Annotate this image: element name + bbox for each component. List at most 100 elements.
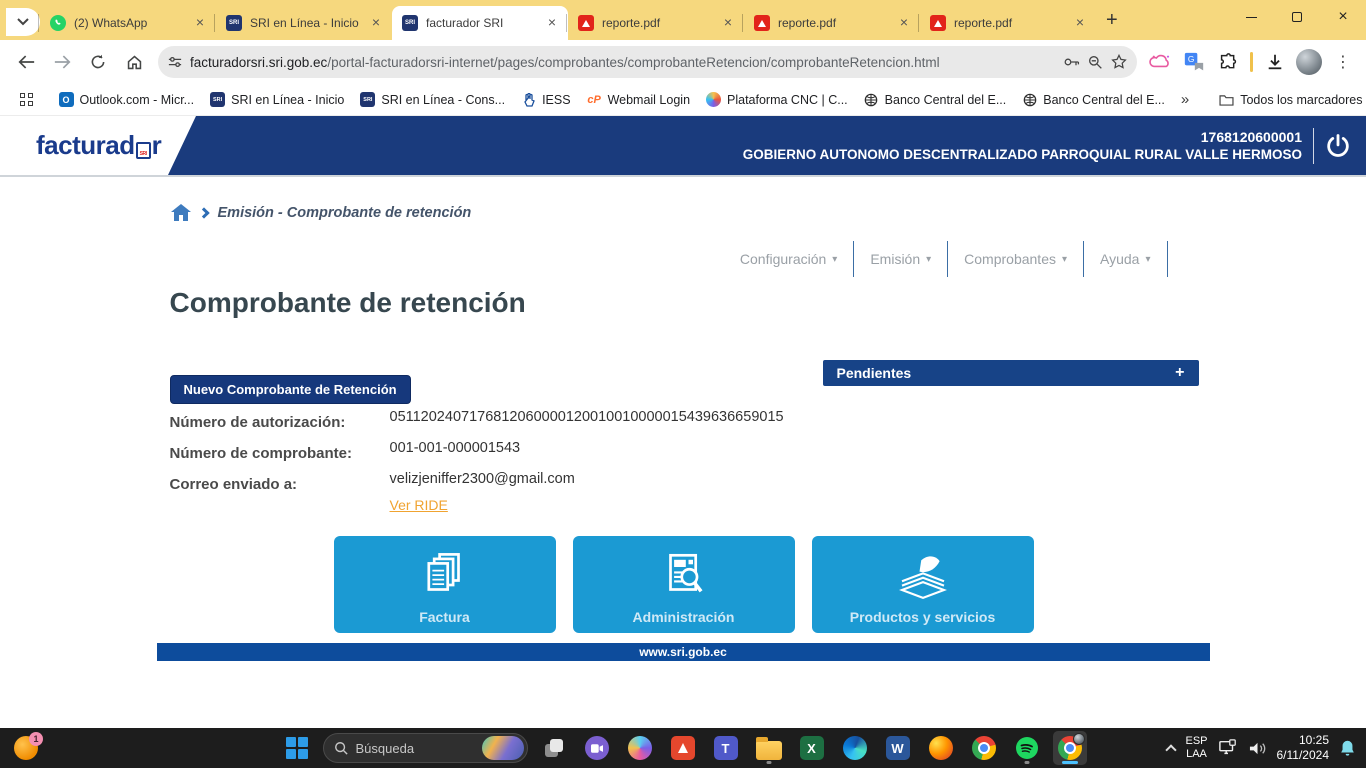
word-icon: W <box>886 736 910 760</box>
spotify-button[interactable] <box>1010 731 1044 765</box>
home-icon[interactable] <box>170 203 192 222</box>
excel-icon: X <box>800 736 824 760</box>
apps-shortcut[interactable] <box>14 90 39 109</box>
page-body: Emisión - Comprobante de retención Confi… <box>0 179 1366 728</box>
volume-icon[interactable] <box>1248 740 1267 757</box>
tab-reporte-pdf-3[interactable]: reporte.pdf × <box>920 6 1096 40</box>
window-minimize-button[interactable] <box>1228 0 1274 34</box>
password-key-icon[interactable] <box>1064 57 1080 67</box>
bookmark-label: Outlook.com - Micr... <box>80 93 195 107</box>
menu-emision[interactable]: Emisión ▾ <box>854 241 948 277</box>
bookmark-sri-inicio[interactable]: SRI SRI en Línea - Inicio <box>204 89 350 110</box>
excel-button[interactable]: X <box>795 731 829 765</box>
folder-icon <box>1219 92 1234 107</box>
window-maximize-button[interactable] <box>1274 0 1320 34</box>
download-icon <box>1266 53 1284 71</box>
new-tab-button[interactable]: + <box>1106 9 1118 32</box>
field-label: Número de comprobante: <box>170 438 390 462</box>
network-icon[interactable] <box>1218 739 1238 757</box>
bookmark-outlook[interactable]: O Outlook.com - Micr... <box>53 89 201 110</box>
reload-button[interactable] <box>82 46 114 78</box>
bookmark-cnc[interactable]: Plataforma CNC | C... <box>700 89 854 110</box>
new-retention-voucher-button[interactable]: Nuevo Comprobante de Retención <box>170 375 411 404</box>
main-menu: Configuración ▾ Emisión ▾ Comprobantes ▾… <box>724 241 1168 277</box>
firefox-icon <box>929 736 953 760</box>
logout-button[interactable] <box>1322 130 1354 162</box>
chat-app-button[interactable] <box>580 731 614 765</box>
sri-favicon: SRI <box>226 15 242 31</box>
bookmark-banco-central-2[interactable]: Banco Central del E... <box>1016 89 1171 110</box>
tile-productos-servicios[interactable]: Productos y servicios <box>812 536 1034 633</box>
bookmark-star-icon[interactable] <box>1111 54 1127 70</box>
url-text[interactable]: facturadorsri.sri.gob.ec/portal-facturad… <box>190 55 1056 70</box>
search-highlight-image[interactable] <box>482 736 524 760</box>
start-button[interactable] <box>280 731 314 765</box>
menu-configuracion[interactable]: Configuración ▾ <box>724 241 854 277</box>
bookmark-iess[interactable]: IESS <box>515 89 577 110</box>
bookmark-banco-central-1[interactable]: Banco Central del E... <box>858 89 1013 110</box>
pdf-app-button[interactable] <box>666 731 700 765</box>
firefox-button[interactable] <box>924 731 958 765</box>
tab-close-icon[interactable]: × <box>1072 15 1088 31</box>
tab-search-button[interactable] <box>6 8 40 36</box>
word-button[interactable]: W <box>881 731 915 765</box>
clock[interactable]: 10:25 6/11/2024 <box>1277 733 1330 763</box>
bookmark-sri-consultas[interactable]: SRI SRI en Línea - Cons... <box>354 89 511 110</box>
notification-app-icon[interactable]: 1 <box>14 736 38 760</box>
tab-close-icon[interactable]: × <box>544 15 560 31</box>
maximize-icon <box>1292 12 1302 22</box>
windows-taskbar: 1 Búsqueda T X W <box>0 728 1366 768</box>
tray-chevron-icon[interactable] <box>1166 744 1177 755</box>
tab-facturador-sri-active[interactable]: SRI facturador SRI × <box>392 6 568 40</box>
back-button[interactable] <box>10 46 42 78</box>
menu-comprobantes[interactable]: Comprobantes ▾ <box>948 241 1084 277</box>
tab-whatsapp[interactable]: (2) WhatsApp × <box>40 6 216 40</box>
expand-plus-icon[interactable]: + <box>1175 364 1184 382</box>
avatar <box>1296 49 1322 75</box>
facturador-logo[interactable]: facturadSRIr <box>36 130 161 161</box>
extensions-puzzle-icon[interactable] <box>1213 47 1243 77</box>
menu-ayuda[interactable]: Ayuda ▾ <box>1084 241 1167 277</box>
tab-close-icon[interactable]: × <box>192 15 208 31</box>
teams-button[interactable]: T <box>709 731 743 765</box>
notification-bell-icon[interactable] <box>1339 739 1356 757</box>
pendientes-panel[interactable]: Pendientes + <box>823 360 1199 386</box>
sri-favicon: SRI <box>210 92 225 107</box>
weather-extension-icon[interactable] <box>1145 47 1175 77</box>
chrome-active-button[interactable] <box>1053 731 1087 765</box>
tile-administracion[interactable]: Administración <box>573 536 795 633</box>
translate-extension-icon[interactable]: G <box>1179 47 1209 77</box>
tile-factura[interactable]: Factura <box>334 536 556 633</box>
copilot-button[interactable] <box>623 731 657 765</box>
chevron-down-icon: ▾ <box>1062 254 1067 265</box>
chrome-button[interactable] <box>967 731 1001 765</box>
downloads-button[interactable] <box>1260 47 1290 77</box>
task-view-button[interactable] <box>537 731 571 765</box>
tab-close-icon[interactable]: × <box>896 15 912 31</box>
file-explorer-button[interactable] <box>752 731 786 765</box>
field-label: Número de autorización: <box>170 407 390 431</box>
header-divider <box>1313 128 1314 164</box>
tab-title: reporte.pdf <box>954 16 1064 30</box>
language-indicator[interactable]: ESP LAA <box>1185 735 1207 761</box>
tab-reporte-pdf-1[interactable]: reporte.pdf × <box>568 6 744 40</box>
window-close-button[interactable]: × <box>1320 0 1366 34</box>
site-settings-icon[interactable] <box>168 55 182 69</box>
edge-button[interactable] <box>838 731 872 765</box>
browser-menu-button[interactable]: ⋮ <box>1328 47 1358 77</box>
all-bookmarks-button[interactable]: Todos los marcadores <box>1213 89 1366 110</box>
taxpayer-name: GOBIERNO AUTONOMO DESCENTRALIZADO PARROQ… <box>743 147 1302 162</box>
ver-ride-link[interactable]: Ver RIDE <box>390 497 448 513</box>
profile-avatar[interactable] <box>1294 47 1324 77</box>
zoom-out-icon[interactable] <box>1088 55 1103 70</box>
tab-reporte-pdf-2[interactable]: reporte.pdf × <box>744 6 920 40</box>
tab-close-icon[interactable]: × <box>368 15 384 31</box>
taskbar-search[interactable]: Búsqueda <box>323 733 528 763</box>
forward-button[interactable] <box>46 46 78 78</box>
bookmark-webmail[interactable]: cP Webmail Login <box>581 89 696 110</box>
bookmarks-overflow-button[interactable]: » <box>1175 91 1195 108</box>
tab-sri-en-linea[interactable]: SRI SRI en Línea - Inicio × <box>216 6 392 40</box>
tab-close-icon[interactable]: × <box>720 15 736 31</box>
address-bar[interactable]: facturadorsri.sri.gob.ec/portal-facturad… <box>158 46 1137 78</box>
home-button[interactable] <box>118 46 150 78</box>
